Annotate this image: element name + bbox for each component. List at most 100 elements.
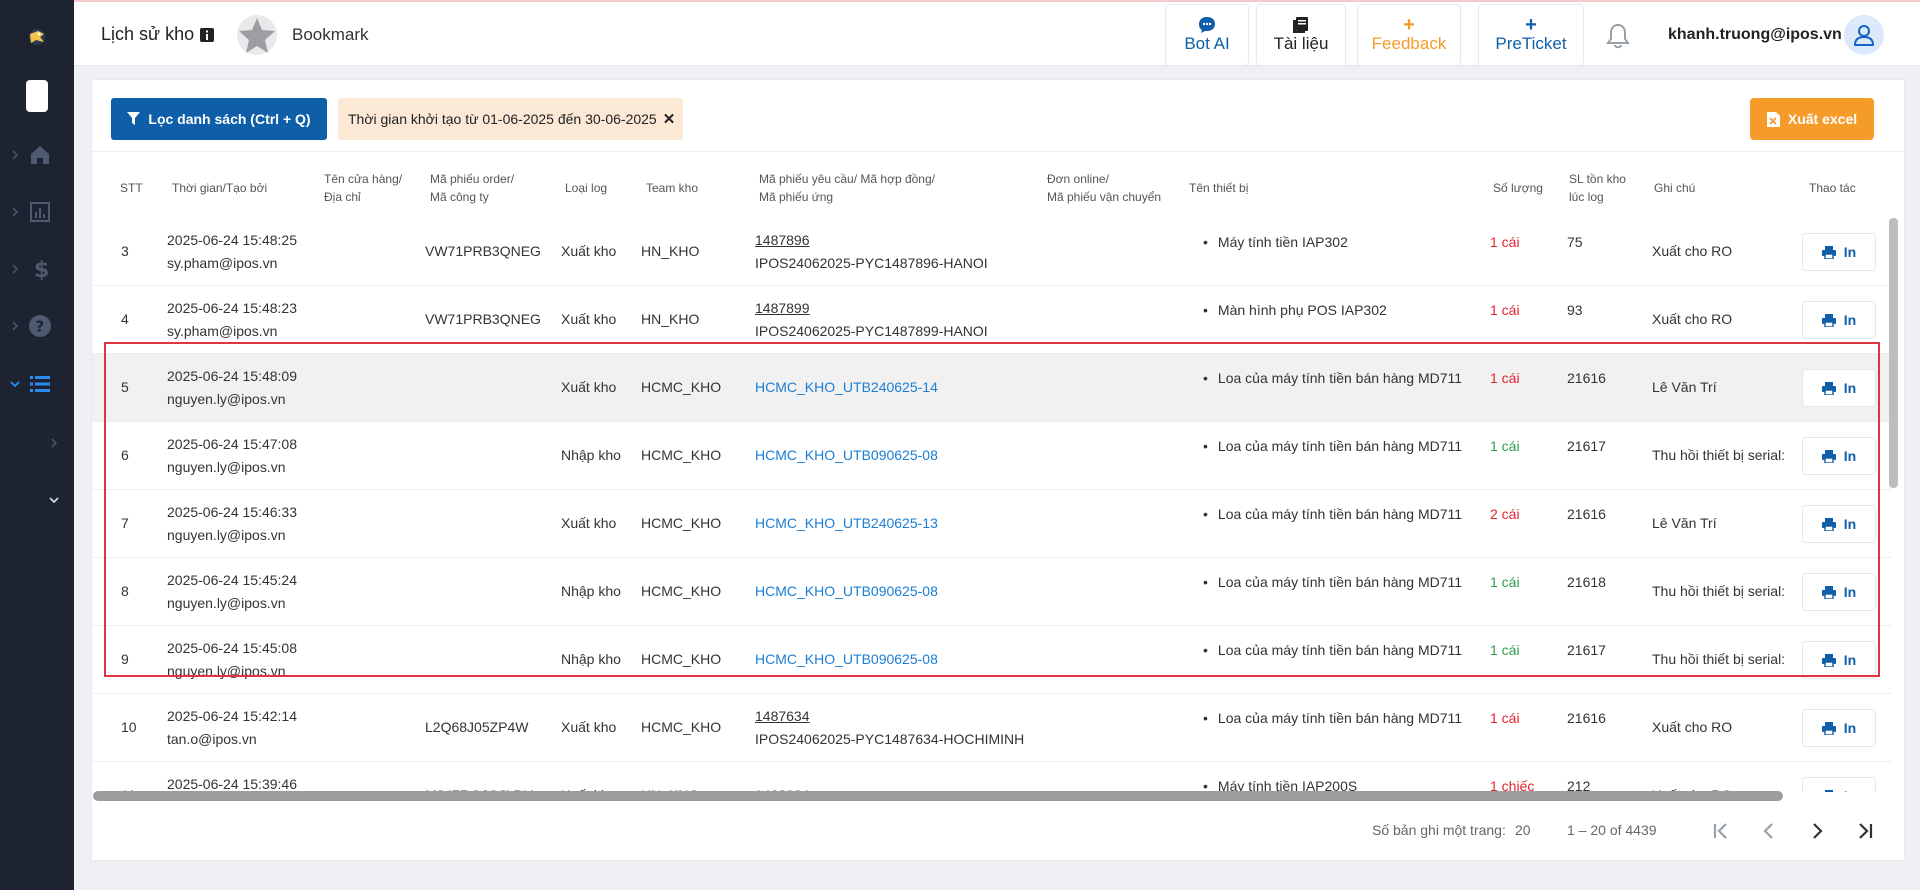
sidebar-item-reports[interactable] [0,192,74,232]
row-stt: 5 [121,379,129,395]
next-page-button[interactable] [1802,816,1832,846]
header-action: Thao tác [1809,181,1856,195]
request-link[interactable]: HCMC_KHO_UTB240625-14 [755,376,938,399]
docs-button[interactable]: Tài liệu [1256,4,1346,66]
request-sub-code: IPOS24062025-PYC1487899-HANOI [755,323,988,339]
printer-icon [1821,653,1836,667]
feedback-button[interactable]: + Feedback [1357,4,1461,66]
header-order: Mã phiếu order/Mã công ty [430,172,515,204]
print-button[interactable]: In [1802,437,1876,475]
request-link[interactable]: HCMC_KHO_UTB090625-08 [755,444,938,467]
row-team: HN_KHO [641,311,700,327]
row-device: Loa của máy tính tiền bán hàng MD711 [1203,435,1462,458]
chevron-left-icon [1763,823,1773,839]
row-qty: 1 cái [1490,642,1520,658]
header-note: Ghi chú [1654,181,1696,195]
first-page-button[interactable] [1706,816,1736,846]
request-link[interactable]: HCMC_KHO_UTB240625-13 [755,512,938,535]
request-link[interactable]: 1487899 [755,297,988,320]
sidebar-item-warehouse[interactable] [0,364,74,404]
row-stock: 21617 [1567,642,1606,658]
print-button[interactable]: In [1802,369,1876,407]
prev-page-button[interactable] [1754,816,1784,846]
row-log-type: Xuất kho [561,379,617,395]
row-stock: 75 [1567,234,1583,250]
row-stt: 6 [121,447,129,463]
row-qty: 1 cái [1490,574,1520,590]
chat-icon [1199,17,1215,33]
bot-ai-button[interactable]: Bot AI [1165,4,1249,66]
bell-icon[interactable] [1605,22,1631,50]
vertical-scrollbar[interactable] [1889,218,1898,488]
plus-icon: + [1525,14,1537,36]
print-button[interactable]: In [1802,505,1876,543]
sidebar-item-home[interactable] [0,135,74,175]
print-button[interactable]: In [1802,777,1876,792]
printer-icon [1821,517,1836,531]
row-time: 2025-06-24 15:45:24 nguyen.ly@ipos.vn [167,572,297,611]
row-time: 2025-06-24 15:39:46 [167,776,297,792]
table-row: 5 2025-06-24 15:48:09 nguyen.ly@ipos.vn Xuấ… [92,354,1892,422]
horizontal-scrollbar[interactable] [93,791,1783,801]
row-device: Loa của máy tính tiền bán hàng MD711 [1203,639,1462,662]
row-qty: 1 cái [1490,438,1520,454]
chevron-down-icon[interactable] [48,494,60,506]
bookmark-label[interactable]: Bookmark [292,25,369,45]
printer-icon [1821,721,1836,735]
help-icon: ? [29,315,51,337]
row-request: 1487896 IPOS24062025-PYC1487896-HANOI [755,229,988,275]
preticket-button[interactable]: + PreTicket [1478,4,1584,66]
sidebar: $ ? [0,0,74,890]
sidebar-item-finance[interactable]: $ [0,249,74,289]
list-icon [30,376,50,392]
row-note: Thu hồi thiết bị serial: [1652,651,1786,667]
logo-icon[interactable] [22,22,52,52]
filter-list-button[interactable]: Lọc danh sách (Ctrl + Q) [111,98,327,140]
print-label: In [1843,312,1857,328]
info-icon[interactable] [200,27,215,42]
row-team: HCMC_KHO [641,719,722,735]
print-button[interactable]: In [1802,233,1876,271]
header-stt: STT [120,181,143,195]
avatar[interactable] [1844,15,1884,55]
table-row: 4 2025-06-24 15:48:23 sy.pham@ipos.vn VW71P… [92,286,1892,354]
printer-icon [1821,585,1836,599]
print-button[interactable]: In [1802,573,1876,611]
print-button[interactable]: In [1802,301,1876,339]
row-note: Thu hồi thiết bị serial: [1652,447,1786,463]
row-device: Loa của máy tính tiền bán hàng MD711 [1203,367,1462,390]
sidebar-item-help[interactable]: ? [0,306,74,346]
request-link[interactable]: HCMC_KHO_UTB090625-08 [755,648,938,671]
row-stock: 21616 [1567,370,1606,386]
print-label: In [1843,244,1857,260]
request-link[interactable]: 1487634 [755,705,1024,728]
row-device: Loa của máy tính tiền bán hàng MD711 [1203,503,1462,526]
star-icon[interactable] [236,14,278,56]
row-order-code: VW71PRB3QNEG [425,311,541,327]
row-log-type: Xuất kho [561,719,617,735]
export-excel-button[interactable]: Xuất excel [1750,98,1874,140]
row-request: 1487634 IPOS24062025-PYC1487634-HOCHIMINH [755,705,1024,751]
print-button[interactable]: In [1802,709,1876,747]
row-stt: 3 [121,243,129,259]
first-page-icon [1713,823,1727,839]
row-qty: 1 cái [1490,234,1520,250]
request-link[interactable]: 1487896 [755,229,988,252]
print-button[interactable]: In [1802,641,1876,679]
row-request: HCMC_KHO_UTB240625-13 [755,512,938,535]
close-icon[interactable]: ✕ [663,110,676,128]
row-team: HCMC_KHO [641,651,722,667]
user-email[interactable]: khanh.truong@ipos.vn [1668,26,1842,44]
row-request: HCMC_KHO_UTB090625-08 [755,580,938,603]
per-page-select[interactable]: 20 [1515,822,1531,838]
row-log-type: Xuất kho [561,311,617,327]
chevron-right-icon [12,150,19,160]
row-qty: 1 cái [1490,302,1520,318]
last-page-button[interactable] [1850,816,1880,846]
printer-icon [1821,313,1836,327]
request-link[interactable]: HCMC_KHO_UTB090625-08 [755,580,938,603]
page-title: Lịch sử kho [101,24,215,45]
workspace-switcher[interactable] [26,80,48,112]
chevron-right-icon[interactable] [48,437,60,449]
row-stt: 10 [121,719,137,735]
